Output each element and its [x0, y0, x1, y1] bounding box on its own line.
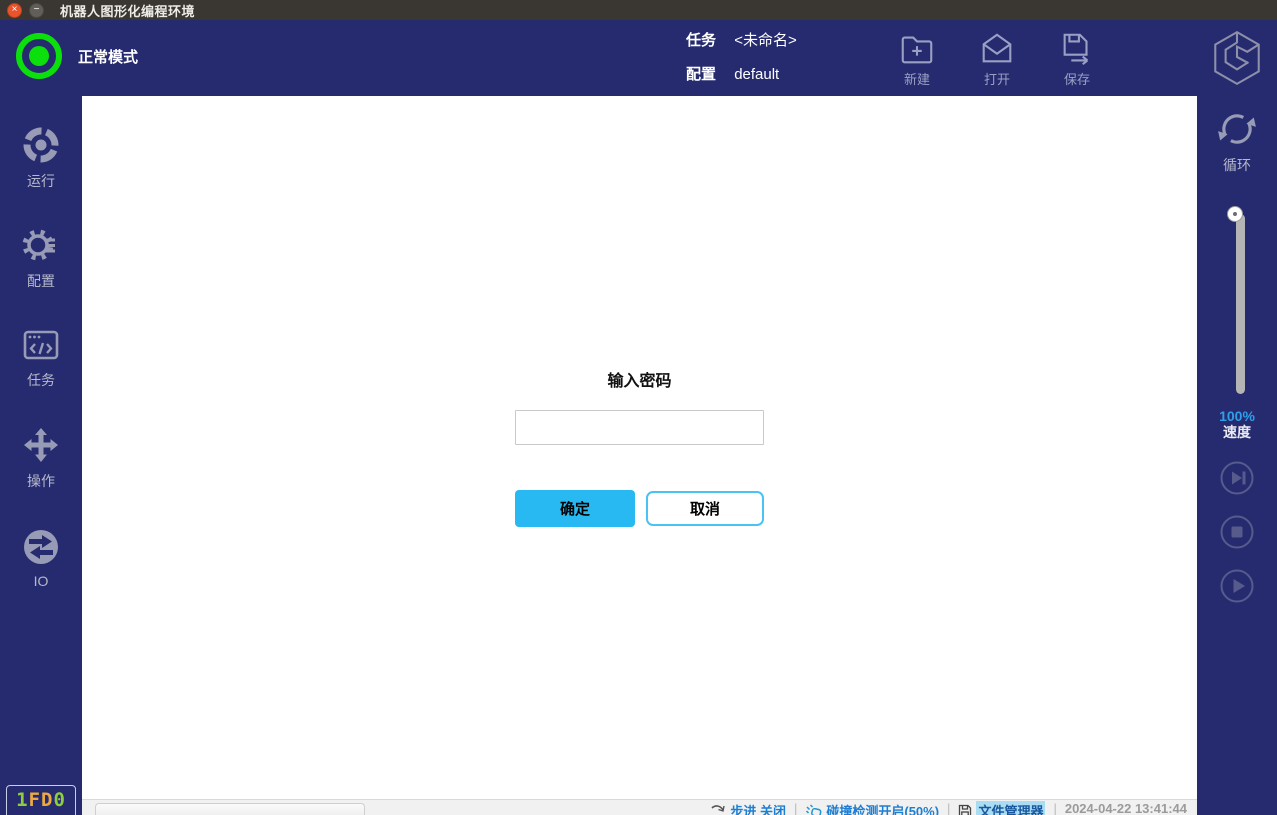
stop-button[interactable]	[1220, 515, 1254, 549]
status-separator: |	[794, 801, 797, 815]
loop-label: 循环	[1223, 155, 1251, 175]
badge-seg-3: 0	[53, 789, 65, 811]
status-light-icon	[16, 33, 62, 79]
open-file-icon	[978, 30, 1016, 68]
task-value: <未命名>	[734, 32, 797, 49]
settings-gear-icon	[21, 225, 61, 265]
loop-button[interactable]: 循环	[1197, 108, 1277, 175]
sidebar-item-label: 运行	[27, 171, 55, 191]
status-separator: |	[947, 801, 950, 815]
task-code-icon	[21, 326, 61, 364]
window-title: 机器人图形化编程环境	[60, 1, 195, 20]
new-task-button[interactable]: 新建	[889, 30, 945, 88]
speed-label: 速度	[1197, 424, 1277, 440]
save-task-label: 保存	[1064, 69, 1090, 88]
floppy-disk-icon	[958, 804, 972, 815]
step-mode-status[interactable]: 步进 关闭	[711, 801, 786, 815]
badge-seg-1: 1	[16, 789, 28, 811]
app-window: × − 机器人图形化编程环境 正常模式 任务 <未命名> 配置 default	[0, 0, 1277, 815]
task-label: 任务	[686, 32, 716, 49]
config-value: default	[734, 66, 779, 83]
mode-indicator: 正常模式	[16, 33, 138, 79]
open-task-label: 打开	[984, 69, 1010, 88]
status-separator: |	[1053, 801, 1056, 815]
step-next-button[interactable]	[1220, 461, 1254, 495]
sidebar-item-label: IO	[34, 573, 49, 589]
header-actions: 新建 打开 保存	[889, 30, 1105, 88]
header: 正常模式 任务 <未命名> 配置 default 新建	[0, 20, 1277, 96]
register-value-badge[interactable]: 1FD0	[6, 785, 76, 815]
file-manager-button[interactable]: 文件管理器	[958, 801, 1045, 815]
right-sidebar: 循环 100% 速度	[1197, 96, 1277, 815]
app-logo-icon	[1209, 28, 1265, 88]
loop-cycle-icon	[1216, 108, 1258, 150]
step-mode-text: 步进 关闭	[730, 801, 786, 815]
speed-slider-knob[interactable]	[1228, 207, 1242, 221]
collision-hand-icon	[805, 804, 822, 815]
new-file-icon	[898, 30, 936, 68]
sidebar-item-operate[interactable]: 操作	[0, 408, 82, 508]
move-arrows-icon	[21, 425, 61, 465]
sidebar-item-io[interactable]: IO	[0, 508, 82, 608]
main-content: 输入密码 确定 取消	[82, 96, 1197, 815]
status-timestamp: 2024-04-22 13:41:44	[1065, 801, 1187, 815]
play-button[interactable]	[1220, 569, 1254, 603]
sidebar-item-run[interactable]: 运行	[0, 108, 82, 208]
speed-slider-track[interactable]	[1236, 214, 1245, 394]
run-icon	[21, 125, 61, 165]
sidebar-item-label: 操作	[27, 471, 55, 491]
mode-label: 正常模式	[78, 46, 138, 67]
new-task-label: 新建	[904, 69, 930, 88]
left-sidebar: 运行 配置	[0, 96, 82, 815]
password-input[interactable]	[515, 410, 764, 445]
speed-readout: 100% 速度	[1197, 408, 1277, 440]
config-label: 配置	[686, 66, 716, 83]
task-config-block: 任务 <未命名> 配置 default	[686, 28, 797, 96]
cancel-button[interactable]: 取消	[646, 491, 764, 526]
open-task-button[interactable]: 打开	[969, 30, 1025, 88]
save-icon	[1058, 30, 1096, 68]
sidebar-item-config[interactable]: 配置	[0, 208, 82, 308]
minimize-button[interactable]: −	[29, 3, 44, 18]
sidebar-item-label: 任务	[27, 370, 55, 390]
save-task-button[interactable]: 保存	[1049, 30, 1105, 88]
close-button[interactable]: ×	[7, 3, 22, 18]
titlebar: × − 机器人图形化编程环境	[0, 0, 1277, 20]
badge-seg-2: FD	[29, 789, 54, 811]
speed-value: 100%	[1197, 408, 1277, 424]
step-arrow-icon	[711, 804, 726, 815]
collision-detection-status[interactable]: 碰撞检测开启(50%)	[805, 801, 939, 815]
ok-button[interactable]: 确定	[515, 490, 635, 527]
password-dialog-title: 输入密码	[82, 367, 1197, 391]
collision-status-text: 碰撞检测开启(50%)	[826, 801, 939, 815]
sidebar-item-label: 配置	[27, 271, 55, 291]
panel-edge	[95, 803, 365, 815]
file-manager-text: 文件管理器	[976, 801, 1045, 815]
sidebar-item-task[interactable]: 任务	[0, 308, 82, 408]
io-swap-icon	[21, 527, 61, 567]
status-bar: 步进 关闭 | 碰撞检测开启(50%) | 文件管理器 |	[82, 799, 1197, 815]
